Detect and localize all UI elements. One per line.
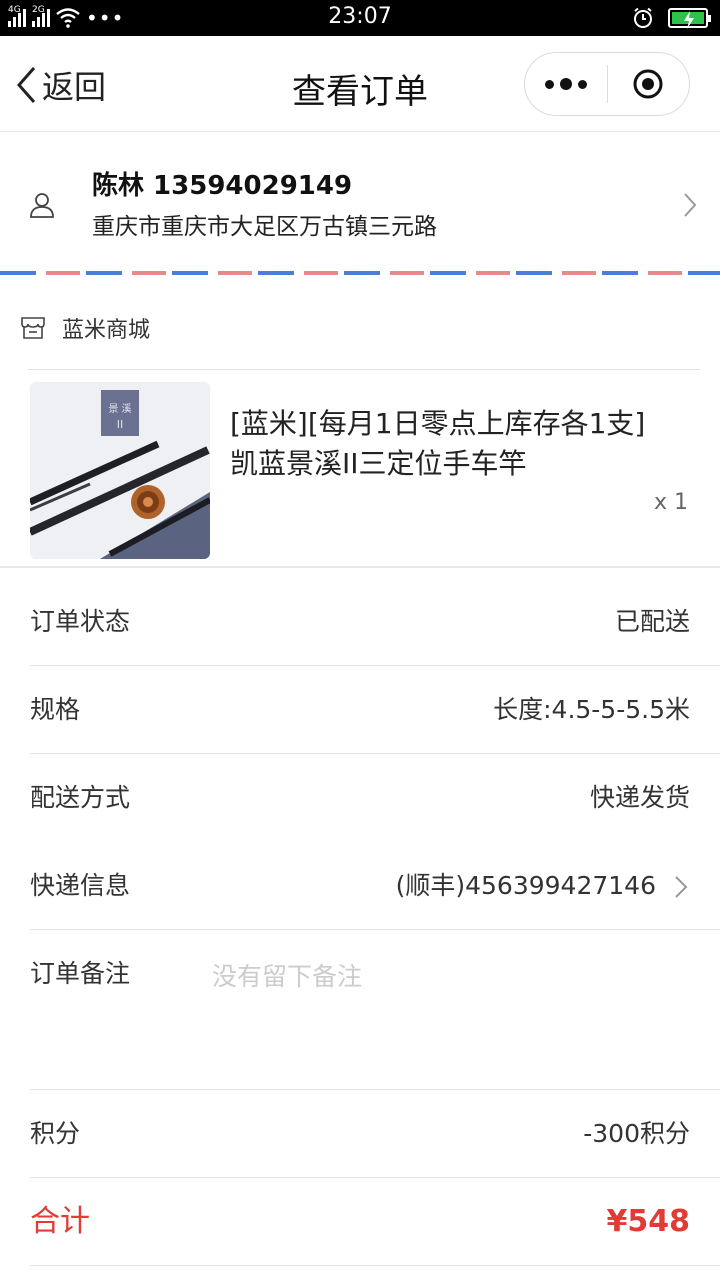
express-info-label: 快递信息 (30, 871, 131, 900)
order-status-row: 订单状态 已配送 (0, 578, 720, 666)
total-amount: ¥548 (606, 1204, 691, 1239)
nav-bar: 返回 查看订单 (0, 36, 720, 132)
section-divider (0, 566, 720, 568)
express-info-row[interactable]: 快递信息 (顺丰)456399427146 (0, 842, 720, 930)
spec-value: 长度:4.5-5-5.5米 (493, 695, 690, 724)
delivery-method-value: 快递发货 (589, 783, 690, 812)
svg-text:II: II (117, 418, 124, 431)
user-icon (30, 193, 54, 218)
mini-program-capsule (524, 52, 690, 116)
delivery-method-row: 配送方式 快递发货 (0, 754, 720, 842)
alarm-icon (634, 7, 652, 28)
status-right (632, 7, 711, 29)
chevron-left-icon (16, 67, 36, 103)
points-label: 积分 (30, 1119, 81, 1148)
total-row: 合计 ¥548 (0, 1178, 720, 1266)
close-mini-program-button[interactable] (608, 53, 690, 115)
more-dots-icon (544, 78, 587, 90)
svg-text:景 溪: 景 溪 (108, 403, 131, 415)
product-item[interactable]: 景 溪 II [蓝米][每月1日零点上库存各1支]凯蓝景溪II三定位手车竿 x … (0, 370, 720, 566)
clock: 23:07 (328, 4, 392, 29)
points-value: -300积分 (583, 1119, 690, 1148)
express-tracking-number: (顺丰)456399427146 (395, 871, 656, 900)
shop-header[interactable]: 蓝米商城 (20, 312, 150, 344)
chevron-right-icon (675, 876, 688, 898)
battery-icon (668, 8, 711, 29)
address-detail: 重庆市重庆市大足区万古镇三元路 (92, 214, 437, 240)
total-label: 合计 (30, 1204, 90, 1239)
product-title: [蓝米][每月1日零点上库存各1支]凯蓝景溪II三定位手车竿 (230, 407, 646, 480)
back-button[interactable]: 返回 (14, 62, 106, 108)
shipping-address[interactable]: 陈林 13594029149 重庆市重庆市大足区万古镇三元路 (0, 133, 720, 267)
delivery-method-label: 配送方式 (30, 783, 131, 812)
order-remark-input[interactable] (212, 956, 682, 996)
points-row: 积分 -300积分 (0, 1090, 720, 1178)
order-remark-label: 订单备注 (30, 959, 131, 988)
product-image: 景 溪 II (30, 382, 210, 559)
product-quantity: x 1 (653, 490, 688, 515)
spec-label: 规格 (30, 695, 81, 724)
status-bar: 4G 2G ••• 23:07 (0, 0, 720, 36)
store-icon (21, 317, 45, 339)
order-remark-row: 订单备注 (0, 930, 720, 1090)
back-label: 返回 (42, 68, 107, 106)
spec-row: 规格 长度:4.5-5-5.5米 (0, 666, 720, 754)
target-close-icon (633, 69, 663, 99)
shop-name: 蓝米商城 (62, 318, 151, 343)
chevron-right-icon (684, 193, 697, 217)
order-status-label: 订单状态 (30, 607, 131, 636)
order-status-value: 已配送 (614, 607, 690, 636)
more-menu-button[interactable] (525, 53, 607, 115)
recipient-name-phone: 陈林 13594029149 (92, 171, 353, 201)
airmail-divider (0, 271, 720, 275)
